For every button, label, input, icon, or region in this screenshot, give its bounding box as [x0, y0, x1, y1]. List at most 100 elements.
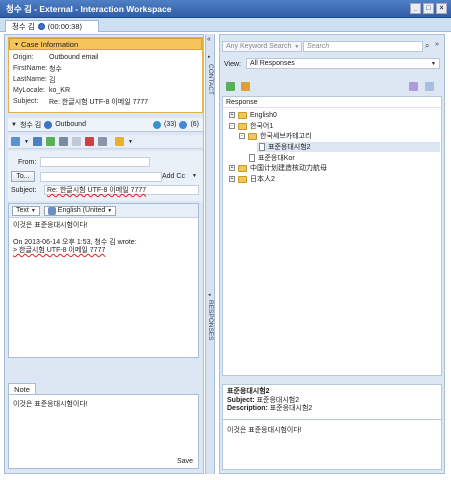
party-name[interactable]: 청수 김 [20, 120, 41, 130]
chevron-down-icon: ▼ [30, 207, 36, 214]
responses-side-tab[interactable]: RESPONSES [207, 300, 214, 340]
side-panel-column: « ▸ CONTACT ◂ RESPONSES [205, 34, 215, 474]
expand-arrow-icon[interactable]: ▸ [208, 54, 211, 60]
chevron-down-icon: ▼ [294, 43, 300, 50]
preview-title: 표준응대시험2 [227, 388, 270, 395]
attach-icon[interactable] [58, 137, 68, 146]
interaction-tab-strip: 청수 김 (00:00:38) [0, 18, 451, 32]
search-input[interactable]: Search [303, 41, 423, 52]
maximize-button[interactable]: □ [423, 3, 434, 14]
body-line-blank [13, 231, 194, 239]
format-dropdown[interactable]: Text ▼ [12, 205, 40, 216]
folder-icon [238, 164, 247, 172]
chevron-down-icon[interactable]: ▼ [24, 139, 29, 145]
folder-icon [238, 175, 247, 183]
email-header-form: From: To... Add Cc ▼ Subject: Re: 한글시험 U… [8, 151, 203, 201]
subject-label: Subject: [11, 187, 37, 194]
close-button[interactable]: × [436, 3, 447, 14]
spellcheck-icon [47, 206, 56, 215]
chevron-down-icon: ▼ [431, 60, 436, 67]
folder-icon [248, 132, 257, 140]
tree-item-korean1[interactable]: - 한국어1 [229, 121, 273, 131]
from-label: From: [18, 159, 37, 166]
insert-icon[interactable] [71, 137, 81, 146]
case-information-header[interactable]: ▾ Case Information [9, 38, 202, 50]
interaction-tab[interactable]: 청수 김 (00:00:38) [5, 20, 99, 32]
clock-icon [44, 120, 53, 129]
case-row-firstname: FirstName: 청수 [13, 65, 62, 73]
collapse-arrow-icon: ▾ [15, 41, 19, 48]
delete-icon[interactable] [84, 137, 94, 146]
view-label: View: [224, 61, 241, 68]
favorite-icon[interactable] [241, 82, 250, 91]
expand-arrow-icon[interactable]: ◂ [208, 292, 211, 298]
save-note-button[interactable]: Save [177, 458, 193, 465]
email-icon[interactable] [11, 137, 20, 146]
search-scope-dropdown[interactable]: Any Keyword Search ▼ [222, 41, 302, 52]
body-line: > 한글시험 UTF-8 이메일 7777 [13, 247, 106, 254]
history-count[interactable]: (33) [164, 121, 176, 128]
detail-view-icon[interactable] [425, 82, 434, 91]
spellcheck-language-dropdown[interactable]: English (United ▼ [43, 205, 117, 216]
email-body-editor[interactable]: Text ▼ English (United ▼ 이것은 표준응대시험이다! O… [8, 203, 199, 358]
tree-item-korean-subcategory[interactable]: - 한국세브카테고리 [239, 131, 312, 141]
tools-icon[interactable] [114, 137, 124, 146]
case-row-mylocale: MyLocale: ko_KR [13, 87, 71, 94]
case-information-panel: ▾ Case Information Origin: Outbound email… [8, 37, 203, 113]
window-title-bar: 청수 김 - External - Interaction Workspace … [0, 0, 451, 18]
tree-item-english0[interactable]: + English0 [229, 110, 277, 120]
preview-body: 이것은 표준응대시험이다! [223, 418, 441, 440]
insert-response-icon[interactable] [226, 82, 235, 91]
list-view-icon[interactable] [409, 82, 418, 91]
view-dropdown[interactable]: All Responses ▼ [246, 58, 440, 69]
clock-icon [37, 23, 45, 30]
globe-icon [152, 120, 161, 129]
document-icon [249, 154, 255, 162]
to-field[interactable] [40, 172, 162, 182]
to-button[interactable]: To... [11, 171, 35, 182]
note-tab[interactable]: Note [8, 383, 36, 394]
search-icon[interactable]: ⌕ [425, 41, 429, 51]
add-cc-button[interactable]: Add Cc [162, 173, 185, 180]
tree-item-standard-kor[interactable]: 표준응대Kor [249, 153, 295, 163]
chevron-double-down-icon[interactable]: » [435, 41, 439, 48]
expand-icon[interactable]: + [229, 112, 235, 118]
expand-icon[interactable]: + [229, 165, 235, 171]
print-icon[interactable] [97, 137, 107, 146]
contacts-count[interactable]: (6) [190, 121, 203, 128]
collapse-left-icon[interactable]: « [207, 36, 211, 43]
tree-item-standard-response-2[interactable]: 표준응대시험2 [257, 142, 440, 152]
collapse-icon[interactable]: - [229, 123, 235, 129]
collapse-icon[interactable]: - [239, 133, 245, 139]
subject-field[interactable]: Re: 한글시험 UTF-8 이메일 7777 [44, 185, 199, 195]
minimize-button[interactable]: _ [410, 3, 421, 14]
editor-toolbar: Text ▼ English (United ▼ [9, 204, 198, 218]
contacts-icon [179, 120, 188, 129]
preview-subject: Subject: 표준응대시험2 [227, 396, 300, 404]
party-mode: Outbound [55, 121, 86, 128]
note-text[interactable]: 이것은 표준응대시험이다! [9, 395, 198, 413]
chevron-down-icon[interactable]: ▼ [192, 173, 197, 179]
chevron-down-icon[interactable]: ▼ [128, 139, 133, 145]
responses-tree: Response + English0 - 한국어1 - 한국세브카테고리 표준… [222, 96, 442, 376]
party-bar: ▼ 청수 김 Outbound (33) (6) [8, 118, 203, 132]
case-row-subject: Subject: Re: 한글시험 UTF-8 이메일 7777 [13, 98, 149, 106]
preview-description: Description: 표준응대시험2 [227, 405, 313, 412]
tree-item-chinese[interactable]: + 中国计划建造核动力航母 [229, 163, 327, 173]
contact-side-tab[interactable]: CONTACT [207, 64, 214, 95]
body-line: 이것은 표준응대시험이다! [13, 222, 88, 229]
from-field[interactable] [40, 157, 150, 167]
folder-icon [238, 111, 247, 119]
save-icon[interactable] [32, 137, 42, 146]
email-toolbar: ▼ ▼ [8, 135, 203, 149]
case-row-origin: Origin: Outbound email [13, 54, 99, 61]
expand-icon[interactable]: + [229, 176, 235, 182]
tree-item-japanese2[interactable]: + 日本人2 [229, 174, 275, 184]
send-icon[interactable] [45, 137, 55, 146]
window-title: 청수 김 - External - Interaction Workspace [6, 3, 172, 14]
tab-contact-name: 청수 김 [12, 22, 35, 31]
chevron-down-icon: ▼ [107, 207, 113, 214]
document-icon [259, 143, 265, 151]
response-column-header: Response [223, 97, 441, 108]
chevron-down-icon[interactable]: ▼ [11, 122, 17, 128]
